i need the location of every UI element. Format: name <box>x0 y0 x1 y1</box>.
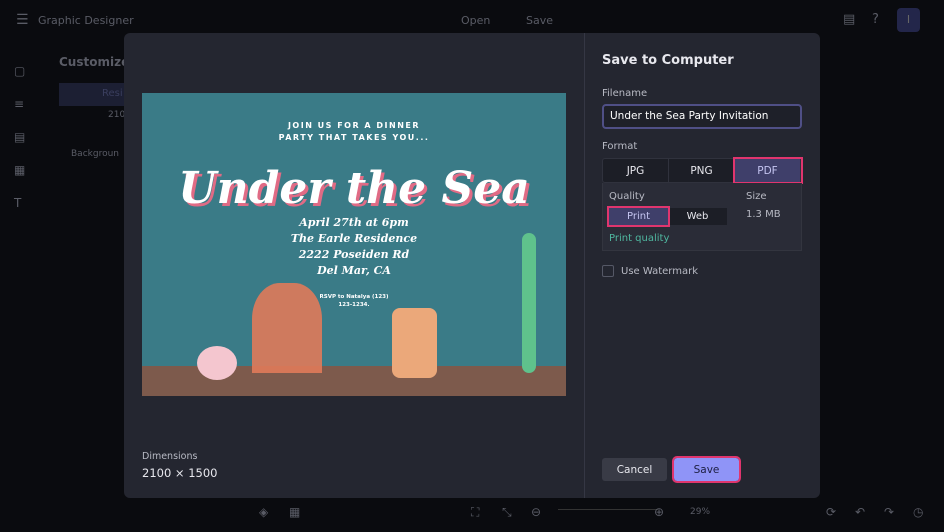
zoom-in-icon[interactable]: ⊕ <box>654 505 664 519</box>
format-pdf[interactable]: PDF <box>733 157 803 184</box>
filename-input[interactable]: Under the Sea Party Invitation <box>602 104 802 129</box>
open-menu[interactable]: Open <box>461 14 490 27</box>
grid-icon[interactable]: ▦ <box>289 505 300 519</box>
shrink-icon[interactable]: ⤡ <box>502 505 512 520</box>
help-icon[interactable]: ? <box>872 12 879 27</box>
comment-icon[interactable]: ▤ <box>843 12 855 27</box>
layers-icon[interactable]: ◈ <box>259 505 268 519</box>
background-label: Backgroun <box>71 149 119 159</box>
customize-title: Customize <box>59 55 130 69</box>
quality-label: Quality <box>609 191 645 202</box>
zoom-slider[interactable] <box>558 509 658 510</box>
invite-line1: JOIN US FOR A DINNER <box>287 121 421 130</box>
size-label: Size <box>746 191 767 202</box>
app-title: Graphic Designer <box>38 14 134 27</box>
filename-label: Filename <box>602 88 648 99</box>
bottom-bar: ◈ ▦ ⛶ ⤡ ⊖ ⊕ 29% ⟳ ↶ ↷ ◷ <box>0 505 944 525</box>
quality-web[interactable]: Web <box>668 208 727 225</box>
quality-note: Print quality <box>609 233 670 244</box>
redo-icon[interactable]: ↷ <box>884 505 894 519</box>
invite-place: The Earle Residence <box>290 232 418 245</box>
divider <box>584 33 585 498</box>
resize-button[interactable]: Resi <box>59 83 129 106</box>
invite-title: Under the Sea <box>178 163 530 214</box>
invite-city: Del Mar, CA <box>317 264 391 277</box>
watermark-checkbox[interactable] <box>602 265 614 277</box>
text-icon[interactable]: T <box>14 187 25 220</box>
elements-icon[interactable]: ▦ <box>14 154 25 187</box>
quality-print[interactable]: Print <box>607 206 670 227</box>
format-selector: JPG PNG PDF <box>602 157 803 184</box>
dimensions-label: Dimensions <box>142 451 198 462</box>
shell <box>197 346 237 380</box>
invite-address: 2222 Poseiden Rd <box>298 248 410 261</box>
dimensions-value: 2100 × 1500 <box>142 466 218 480</box>
save-dialog: JOIN US FOR A DINNER PARTY THAT TAKES YO… <box>124 33 820 498</box>
invite-line2: PARTY THAT TAKES YOU... <box>278 133 430 142</box>
fit-icon[interactable]: ⛶ <box>471 505 479 520</box>
save-button[interactable]: Save <box>672 456 741 483</box>
size-value: 1.3 MB <box>746 209 781 220</box>
layout-icon[interactable]: ▤ <box>14 121 25 154</box>
left-toolbar: ▢ ≡ ▤ ▦ T <box>14 55 25 220</box>
rsvp-line2: 123-1234. <box>338 302 370 308</box>
watermark-row: Use Watermark <box>602 265 698 277</box>
history-icon[interactable]: ◷ <box>913 505 923 519</box>
template-icon[interactable]: ▢ <box>14 55 25 88</box>
watermark-label: Use Watermark <box>621 265 699 277</box>
save-menu[interactable]: Save <box>526 14 553 27</box>
design-preview: JOIN US FOR A DINNER PARTY THAT TAKES YO… <box>142 93 566 396</box>
invite-date: April 27th at 6pm <box>299 216 409 229</box>
dims-text: 210 <box>108 110 126 120</box>
dialog-title: Save to Computer <box>602 53 734 68</box>
undo-icon[interactable]: ↶ <box>855 505 865 519</box>
format-jpg[interactable]: JPG <box>603 159 669 182</box>
sync-icon[interactable]: ⟳ <box>826 505 836 519</box>
format-png[interactable]: PNG <box>669 159 735 182</box>
zoom-out-icon[interactable]: ⊖ <box>531 505 541 519</box>
menu-icon[interactable]: ☰ <box>16 12 29 28</box>
format-label: Format <box>602 141 638 152</box>
cancel-button[interactable]: Cancel <box>602 458 667 481</box>
rsvp-line1: RSVP to Natalya (123) <box>319 294 389 300</box>
zoom-value: 29% <box>690 507 711 517</box>
avatar[interactable]: I <box>897 8 920 32</box>
sponge <box>392 308 437 378</box>
adjust-icon[interactable]: ≡ <box>14 88 25 121</box>
quality-box: Quality Size 1.3 MB Print Web Print qual… <box>602 183 802 251</box>
